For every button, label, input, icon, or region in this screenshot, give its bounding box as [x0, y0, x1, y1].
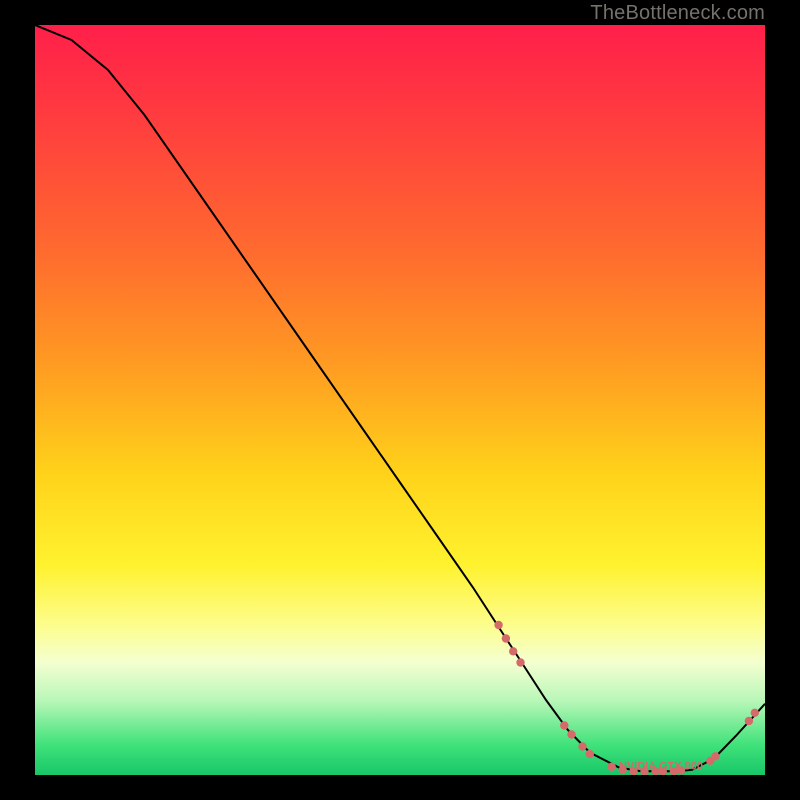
- data-point: [502, 634, 510, 642]
- data-point: [567, 730, 575, 738]
- data-point: [751, 709, 759, 717]
- plot-area: NVIDIA GTX 900: [35, 25, 765, 775]
- line-chart: NVIDIA GTX 900: [35, 25, 765, 775]
- data-point: [516, 658, 524, 666]
- data-point: [494, 621, 502, 629]
- chart-container: TheBottleneck.com NVIDIA GTX 900: [0, 0, 800, 800]
- bottom-label: NVIDIA GTX 900: [619, 760, 703, 772]
- data-point: [586, 750, 594, 758]
- curve-line: [35, 25, 765, 771]
- data-point: [578, 742, 586, 750]
- attribution-label: TheBottleneck.com: [590, 2, 765, 25]
- data-point: [608, 763, 616, 771]
- data-point: [711, 752, 719, 760]
- data-point: [745, 717, 753, 725]
- data-point: [560, 721, 568, 729]
- data-point: [509, 647, 517, 655]
